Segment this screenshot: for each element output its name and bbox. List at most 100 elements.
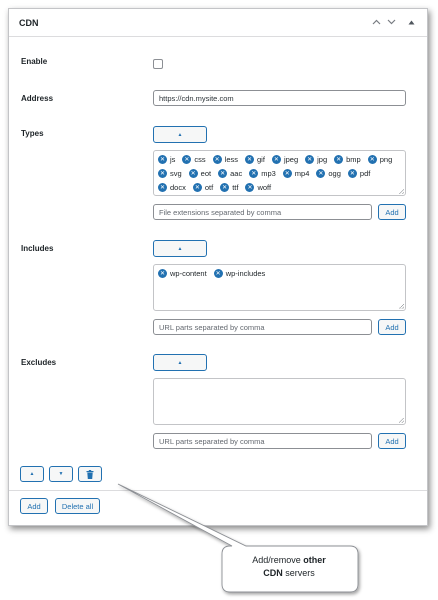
tag-item[interactable]: ✕ jpeg — [271, 154, 298, 165]
remove-tag-icon[interactable]: ✕ — [182, 155, 192, 164]
collapse-arrow-icon: ▲ — [177, 131, 183, 138]
collapse-arrow-icon: ▲ — [177, 359, 183, 366]
tag-item[interactable]: ✕ woff — [245, 182, 271, 193]
tag-label: mp3 — [261, 169, 276, 178]
tag-label: wp-content — [170, 269, 207, 278]
tag-label: less — [224, 155, 239, 164]
tag-label: pdf — [359, 169, 371, 178]
tag-item[interactable]: ✕ mp3 — [249, 168, 276, 179]
excludes-toggle-button[interactable]: ▲ — [153, 354, 207, 371]
excludes-add-button[interactable]: Add — [378, 433, 406, 449]
excludes-tag-box — [153, 378, 406, 425]
tag-item[interactable]: ✕ css — [182, 154, 206, 165]
excludes-label: Excludes — [21, 358, 57, 367]
remove-tag-icon[interactable]: ✕ — [271, 155, 281, 164]
remove-tag-icon[interactable]: ✕ — [188, 169, 198, 178]
panel-title: CDN — [19, 18, 39, 28]
tag-item[interactable]: ✕ aac — [218, 168, 242, 179]
types-toggle-button[interactable]: ▲ — [153, 126, 207, 143]
includes-url-input[interactable] — [153, 319, 372, 335]
tag-item[interactable]: ✕ bmp — [334, 154, 361, 165]
tag-item[interactable]: ✕ less — [212, 154, 239, 165]
types-add-button[interactable]: Add — [378, 204, 406, 220]
tag-item[interactable]: ✕ png — [367, 154, 393, 165]
types-tag-box: ✕ js ✕ css ✕ less ✕ gif ✕ jpeg ✕ jpg ✕ bmp ✕ png ✕ svg ✕ eo… — [153, 150, 406, 196]
includes-label: Includes — [21, 244, 54, 253]
callout-text-part: Add/remove — [252, 555, 304, 565]
remove-tag-icon[interactable]: ✕ — [367, 155, 377, 164]
remove-tag-icon[interactable]: ✕ — [316, 169, 326, 178]
address-input[interactable] — [153, 90, 406, 106]
remove-tag-icon[interactable]: ✕ — [334, 155, 344, 164]
trash-icon — [86, 469, 94, 479]
tag-item[interactable]: ✕ ogg — [316, 168, 341, 179]
resize-grip-icon[interactable] — [399, 418, 404, 423]
remove-tag-icon[interactable]: ✕ — [212, 155, 222, 164]
move-up-icon[interactable] — [369, 15, 383, 29]
collapse-toggle-icon[interactable] — [404, 15, 418, 29]
remove-tag-icon[interactable]: ✕ — [158, 269, 167, 278]
tag-item[interactable]: ✕ gif — [245, 154, 265, 165]
tag-item[interactable]: ✕ docx — [158, 182, 186, 193]
enable-label: Enable — [21, 57, 48, 66]
move-down-icon[interactable] — [384, 15, 398, 29]
tag-label: otf — [204, 183, 214, 192]
remove-tag-icon[interactable]: ✕ — [305, 155, 315, 164]
panel-header: CDN — [9, 9, 427, 37]
includes-tag-list: ✕ wp-content ✕ wp-includes — [158, 268, 401, 279]
tag-label: aac — [230, 169, 243, 178]
tag-item[interactable]: ✕ ttf — [220, 182, 238, 193]
callout-text-bold: other — [303, 555, 326, 565]
tag-item[interactable]: ✕ mp4 — [282, 168, 309, 179]
resize-grip-icon[interactable] — [399, 304, 404, 309]
tag-label: docx — [170, 183, 186, 192]
remove-tag-icon[interactable]: ✕ — [192, 183, 202, 192]
remove-tag-icon[interactable]: ✕ — [220, 183, 230, 192]
includes-toggle-button[interactable]: ▲ — [153, 240, 207, 257]
remove-tag-icon[interactable]: ✕ — [347, 169, 357, 178]
remove-tag-icon[interactable]: ✕ — [158, 155, 167, 164]
types-label: Types — [21, 129, 44, 138]
remove-tag-icon[interactable]: ✕ — [158, 169, 167, 178]
tag-label: css — [194, 155, 206, 164]
tag-label: ogg — [328, 169, 341, 178]
tag-item[interactable]: ✕ js — [158, 154, 175, 165]
remove-tag-icon[interactable]: ✕ — [282, 169, 292, 178]
resize-grip-icon[interactable] — [399, 189, 404, 194]
tag-item[interactable]: ✕ wp-content — [158, 268, 207, 279]
arrow-up-icon: ▲ — [29, 471, 35, 477]
remove-tag-icon[interactable]: ✕ — [218, 169, 228, 178]
tag-item[interactable]: ✕ eot — [188, 168, 212, 179]
tag-label: js — [170, 155, 176, 164]
tag-label: jpg — [317, 155, 328, 164]
tag-item[interactable]: ✕ svg — [158, 168, 182, 179]
types-extension-input[interactable] — [153, 204, 372, 220]
enable-checkbox[interactable] — [153, 59, 163, 69]
cdn-panel: CDN Enable Address Types ▲ ✕js✕css✕less✕… — [8, 8, 428, 526]
tag-item[interactable]: ✕ pdf — [347, 168, 371, 179]
footer-divider — [9, 490, 427, 491]
tag-label: eot — [200, 169, 212, 178]
tag-label: png — [379, 155, 393, 164]
collapse-arrow-icon: ▲ — [177, 245, 183, 252]
excludes-url-input[interactable] — [153, 433, 372, 449]
tag-label: wp-includes — [225, 269, 266, 278]
remove-tag-icon[interactable]: ✕ — [213, 269, 223, 278]
remove-tag-icon[interactable]: ✕ — [245, 183, 255, 192]
callout-text-bold: CDN — [263, 568, 283, 578]
includes-add-button[interactable]: Add — [378, 319, 406, 335]
address-label: Address — [21, 94, 54, 103]
delete-server-button[interactable] — [78, 466, 102, 482]
remove-tag-icon[interactable]: ✕ — [158, 183, 167, 192]
add-server-button[interactable]: Add — [20, 498, 48, 514]
includes-tag-box: ✕ wp-content ✕ wp-includes — [153, 264, 406, 311]
tag-item[interactable]: ✕ otf — [192, 182, 214, 193]
tag-label: ttf — [232, 183, 239, 192]
tag-item[interactable]: ✕ wp-includes — [213, 268, 266, 279]
remove-tag-icon[interactable]: ✕ — [245, 155, 255, 164]
remove-tag-icon[interactable]: ✕ — [249, 169, 259, 178]
delete-all-button[interactable]: Delete all — [55, 498, 100, 514]
move-server-down-button[interactable]: ▼ — [49, 466, 73, 482]
move-server-up-button[interactable]: ▲ — [20, 466, 44, 482]
tag-item[interactable]: ✕ jpg — [305, 154, 327, 165]
